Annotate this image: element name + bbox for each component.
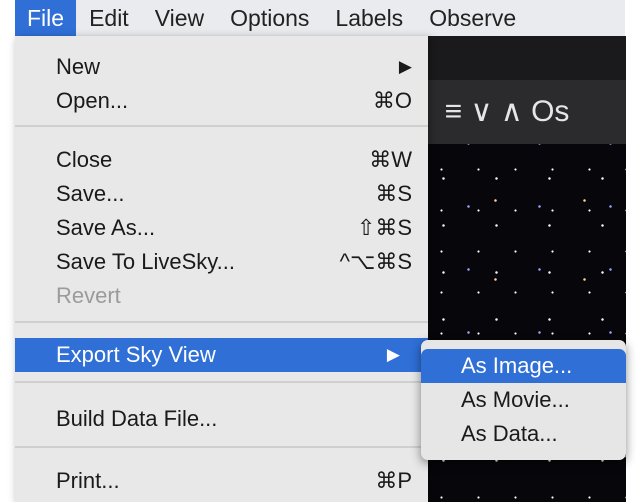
submenu-item-label: As Movie...	[461, 387, 570, 412]
toolbar-nav-icons[interactable]: ≡ ∨ ∧ Os	[445, 95, 570, 128]
menu-separator	[15, 446, 428, 448]
menu-item-save-as[interactable]: Save As... ⇧⌘S	[15, 211, 428, 245]
menu-item-print[interactable]: Print... ⌘P	[15, 464, 428, 498]
window-titlebar	[410, 36, 626, 80]
menu-item-build-data-file[interactable]: Build Data File...	[15, 402, 428, 436]
menu-item-open[interactable]: Open... ⌘O	[15, 84, 428, 118]
submenu-item-label: As Image...	[461, 353, 573, 378]
menu-labels[interactable]: Labels	[322, 0, 416, 36]
menu-edit[interactable]: Edit	[76, 0, 142, 36]
menu-item-save-to-livesky[interactable]: Save To LiveSky... ^⌥⌘S	[15, 245, 428, 279]
file-menu: New ▶ Open... ⌘O Close ⌘W Save... ⌘S Sav…	[15, 36, 428, 502]
submenu-arrow-icon: ▶	[398, 57, 412, 76]
menu-item-shortcut: ⌘P	[375, 468, 412, 493]
menu-separator	[15, 125, 428, 127]
menu-item-revert: Revert	[15, 279, 428, 313]
menu-options[interactable]: Options	[217, 0, 322, 36]
menu-item-close[interactable]: Close ⌘W	[15, 143, 428, 177]
submenu-arrow-icon: ▶	[386, 345, 400, 364]
export-submenu: As Image... As Movie... As Data...	[421, 340, 626, 460]
menu-file[interactable]: File	[15, 0, 77, 36]
menu-observe[interactable]: Observe	[416, 0, 529, 36]
menu-item-label: Print...	[56, 468, 120, 493]
menu-separator	[15, 381, 428, 383]
menu-item-shortcut: ⌘W	[369, 147, 412, 172]
menu-bar: File Edit View Options Labels Observe	[15, 0, 625, 36]
menu-item-label: Export Sky View	[56, 342, 216, 367]
menu-item-label: New	[56, 54, 101, 79]
menu-item-shortcut: ⌘O	[372, 88, 412, 113]
menu-separator	[15, 321, 428, 323]
window-toolbar: M ≡ ∨ ∧ Os	[410, 80, 626, 144]
submenu-item-label: As Data...	[461, 421, 558, 446]
menu-item-label: Open...	[56, 88, 129, 113]
menu-item-label: Close	[56, 147, 113, 172]
menu-view[interactable]: View	[142, 0, 217, 36]
menu-item-export-sky-view[interactable]: Export Sky View ▶	[15, 338, 428, 372]
menu-item-label: Build Data File...	[56, 406, 218, 431]
menu-item-shortcut: ⌘S	[375, 181, 412, 206]
submenu-item-as-image[interactable]: As Image...	[421, 349, 626, 383]
menu-item-shortcut: ⇧⌘S	[356, 215, 412, 240]
menu-item-save[interactable]: Save... ⌘S	[15, 177, 428, 211]
menu-item-new[interactable]: New ▶	[15, 50, 428, 84]
menu-item-label: Save As...	[56, 215, 156, 240]
menu-item-label: Save To LiveSky...	[56, 249, 235, 274]
menu-item-shortcut: ^⌥⌘S	[339, 249, 412, 274]
submenu-item-as-movie[interactable]: As Movie...	[421, 383, 626, 417]
menu-item-label: Revert	[56, 283, 121, 308]
menu-item-label: Save...	[56, 181, 125, 206]
submenu-item-as-data[interactable]: As Data...	[421, 417, 626, 451]
